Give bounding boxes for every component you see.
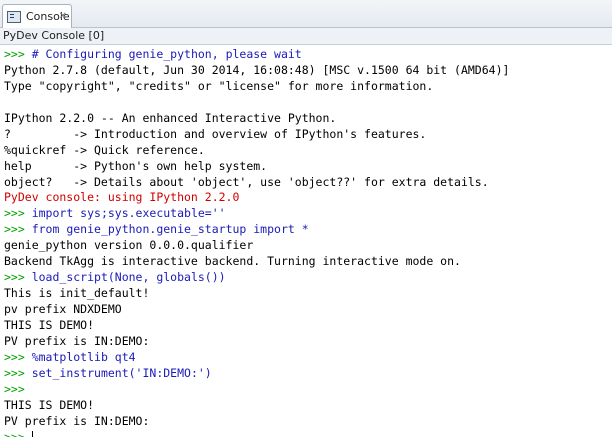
console-prompt: >>> [4,222,32,237]
console-output-text: pv prefix NDXDEMO [4,302,122,316]
console-line: %quickref -> Quick reference. [4,143,612,159]
console-command: import sys;sys.executable='' [31,206,226,221]
console-prompt: >>> [4,206,32,221]
console-output-text: help -> Python's own help system. [4,158,268,173]
console-command: %matplotlib qt4 [31,349,136,364]
console-line: ? -> Introduction and overview of IPytho… [4,127,612,143]
console-line: THIS IS DEMO! [4,318,612,334]
console-line: object? -> Details about 'object', use '… [4,175,612,191]
console-output-text: %quickref -> Quick reference. [4,142,205,157]
console-input-line[interactable]: >>> [4,430,612,437]
console-output-text: PV prefix is IN:DEMO: [4,333,150,348]
console-output-text: ? -> Introduction and overview of IPytho… [4,126,427,141]
console-prompt: >>> [4,429,32,437]
console-output-text: Backend TkAgg is interactive backend. Tu… [4,254,461,269]
console-line: >>> set_instrument('IN:DEMO:') [4,366,612,382]
console-output[interactable]: >>> # Configuring genie_python, please w… [0,45,612,437]
console-line: THIS IS DEMO! [4,398,612,414]
console-line: PyDev console: using IPython 2.2.0 [4,190,612,206]
console-line: >>> import sys;sys.executable='' [4,206,612,222]
console-line: help -> Python's own help system. [4,159,612,175]
console-output-text: genie_python version 0.0.0.qualifier [4,238,254,253]
console-prompt: >>> [4,47,32,61]
console-title: PyDev Console [0] [0,28,612,45]
console-command: load_script(None, globals()) [31,270,226,285]
console-line: genie_python version 0.0.0.qualifier [4,238,612,254]
console-line: Python 2.7.8 (default, Jun 30 2014, 16:0… [4,63,612,79]
console-line: Type "copyright", "credits" or "license"… [4,79,612,95]
console-output-text: This is init_default! [4,286,150,301]
console-prompt: >>> [4,381,32,396]
console-command: # Configuring genie_python, please wait [31,47,302,61]
console-output-text: THIS IS DEMO! [4,397,95,412]
text-cursor [31,430,33,437]
console-line: >>> # Configuring genie_python, please w… [4,47,612,63]
console-line: >>> [4,382,612,398]
console-icon [7,10,21,23]
console-output-text: IPython 2.2.0 -- An enhanced Interactive… [4,110,337,125]
console-output-text: Type "copyright", "credits" or "license"… [4,78,434,93]
console-line: >>> %matplotlib qt4 [4,350,612,366]
console-output-text: object? -> Details about 'object', use '… [4,174,489,189]
console-line: PV prefix is IN:DEMO: [4,414,612,430]
console-line: Backend TkAgg is interactive backend. Tu… [4,254,612,270]
close-icon[interactable]: ✕ [59,11,67,22]
console-prompt: >>> [4,365,32,380]
console-line: >>> from genie_python.genie_startup impo… [4,222,612,238]
console-prompt: >>> [4,270,32,285]
console-output-text: Python 2.7.8 (default, Jun 30 2014, 16:0… [4,62,510,77]
view-tab-bar: Console ✕ [0,0,612,28]
console-line: >>> load_script(None, globals()) [4,270,612,286]
console-command: set_instrument('IN:DEMO:') [31,365,212,380]
console-line: IPython 2.2.0 -- An enhanced Interactive… [4,111,612,127]
console-output-text: THIS IS DEMO! [4,317,95,332]
console-tab[interactable]: Console ✕ [2,4,72,28]
console-line: PV prefix is IN:DEMO: [4,334,612,350]
console-command: from genie_python.genie_startup import * [31,222,309,237]
console-line: This is init_default! [4,286,612,302]
console-line: pv prefix NDXDEMO [4,302,612,318]
console-output-text: PV prefix is IN:DEMO: [4,413,150,428]
console-prompt: >>> [4,349,32,364]
console-error-text: PyDev console: using IPython 2.2.0 [4,190,240,205]
